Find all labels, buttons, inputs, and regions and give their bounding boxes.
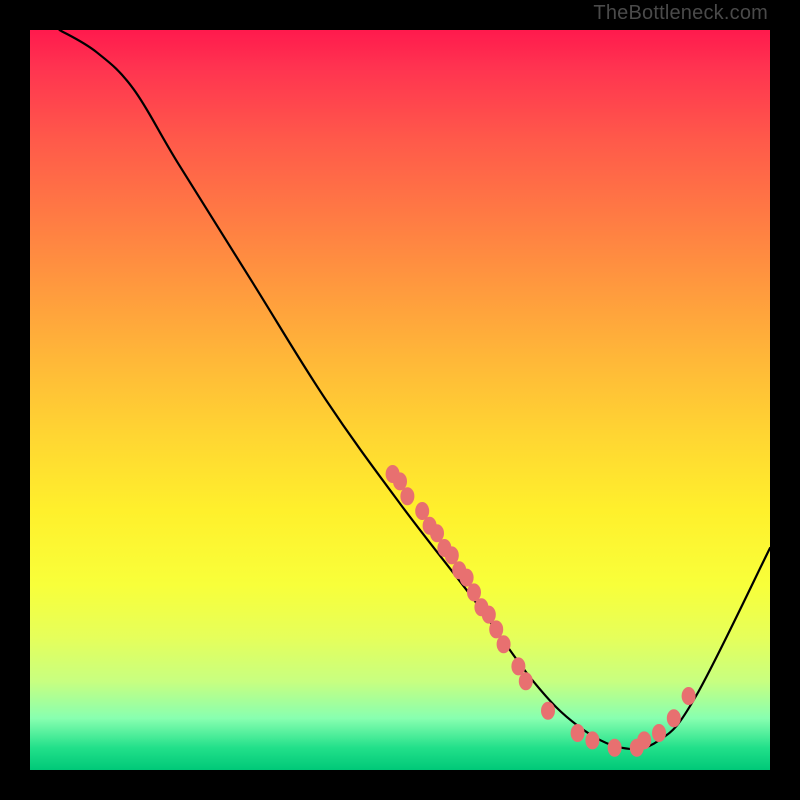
chart-plot-area — [30, 30, 770, 770]
data-point-marker — [482, 606, 496, 624]
watermark-text: TheBottleneck.com — [593, 2, 768, 25]
data-point-marker — [571, 724, 585, 742]
data-point-markers — [386, 465, 696, 757]
data-point-marker — [541, 702, 555, 720]
data-point-marker — [445, 546, 459, 564]
data-point-marker — [460, 569, 474, 587]
data-point-marker — [667, 709, 681, 727]
data-point-marker — [608, 739, 622, 757]
data-point-marker — [400, 487, 414, 505]
data-point-marker — [585, 731, 599, 749]
data-point-marker — [652, 724, 666, 742]
data-point-marker — [415, 502, 429, 520]
data-point-marker — [511, 657, 525, 675]
data-point-marker — [393, 472, 407, 490]
data-point-marker — [489, 620, 503, 638]
data-point-marker — [467, 583, 481, 601]
data-point-marker — [497, 635, 511, 653]
data-point-marker — [519, 672, 533, 690]
data-point-marker — [682, 687, 696, 705]
bottleneck-curve-svg — [30, 30, 770, 770]
data-point-marker — [430, 524, 444, 542]
bottleneck-curve-line — [60, 30, 770, 749]
data-point-marker — [637, 731, 651, 749]
